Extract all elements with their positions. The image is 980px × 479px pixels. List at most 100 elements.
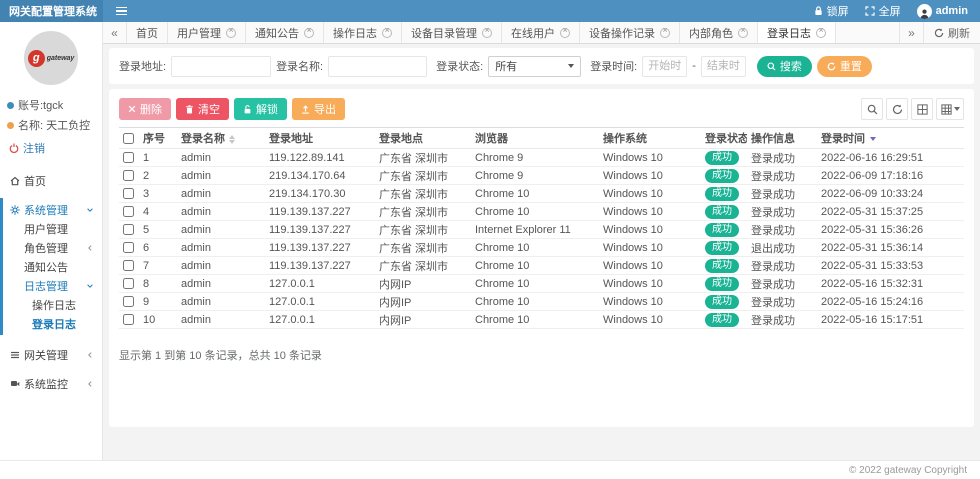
row-checkbox[interactable]	[123, 224, 134, 235]
cell-browser: Chrome 9	[471, 167, 599, 185]
row-checkbox[interactable]	[123, 152, 134, 163]
cell-message: 登录成功	[747, 185, 817, 203]
unlock-button[interactable]: 解锁	[234, 98, 287, 120]
cell-address: 127.0.0.1	[265, 275, 375, 293]
search-button[interactable]: 搜索	[757, 56, 812, 77]
login-status-select[interactable]: 所有	[488, 56, 581, 77]
tab-内部角色[interactable]: 内部角色	[680, 22, 758, 43]
login-name-input[interactable]	[328, 56, 427, 77]
table-search-icon[interactable]	[861, 98, 883, 120]
tab-登录日志[interactable]: 登录日志	[758, 22, 836, 43]
sidebar-toggle-icon[interactable]	[116, 7, 127, 16]
row-checkbox[interactable]	[123, 188, 134, 199]
close-tab-icon[interactable]	[382, 28, 392, 38]
row-checkbox[interactable]	[123, 206, 134, 217]
tab-用户管理[interactable]: 用户管理	[168, 22, 246, 43]
end-time-input[interactable]	[701, 56, 746, 77]
cell-time: 2022-05-16 15:24:16	[817, 293, 964, 311]
table-header-row: 序号登录名称登录地址登录地点浏览器操作系统登录状态操作信息登录时间	[119, 128, 964, 149]
row-checkbox[interactable]	[123, 278, 134, 289]
cell-status: 成功	[701, 239, 747, 257]
column-header-序号[interactable]: 序号	[139, 128, 177, 149]
login-address-input[interactable]	[171, 56, 271, 77]
sidebar-item-notice[interactable]: 通知公告	[3, 257, 102, 276]
sidebar-item-home[interactable]: 首页	[0, 171, 102, 190]
column-label: 登录状态	[705, 133, 747, 145]
column-header-登录时间[interactable]: 登录时间	[817, 128, 964, 149]
clear-button[interactable]: 清空	[176, 98, 229, 120]
reset-button[interactable]: 重置	[817, 56, 872, 77]
column-header-操作信息[interactable]: 操作信息	[747, 128, 817, 149]
monitor-icon	[10, 379, 20, 389]
table-row: 6admin119.139.137.227广东省 深圳市Chrome 10Win…	[119, 239, 964, 257]
chevron-down-icon	[568, 64, 574, 68]
row-checkbox[interactable]	[123, 242, 134, 253]
cell-address: 119.139.137.227	[265, 221, 375, 239]
logout-button[interactable]: 注销	[0, 137, 102, 159]
export-button[interactable]: 导出	[292, 98, 345, 120]
close-tab-icon[interactable]	[816, 28, 826, 38]
login-name-label: 登录名称:	[276, 58, 323, 74]
column-label: 序号	[143, 133, 165, 145]
cell-os: Windows 10	[599, 221, 701, 239]
column-header-登录名称[interactable]: 登录名称	[177, 128, 265, 149]
sidebar-item-gateway-mgmt[interactable]: 网关管理	[0, 345, 102, 364]
cell-index: 6	[139, 239, 177, 257]
tab-在线用户[interactable]: 在线用户	[502, 22, 580, 43]
cell-time: 2022-05-16 15:17:51	[817, 311, 964, 329]
table-refresh-icon[interactable]	[886, 98, 908, 120]
sidebar-item-system-mgmt[interactable]: 系统管理	[3, 200, 102, 219]
close-tab-icon[interactable]	[482, 28, 492, 38]
tab-首页[interactable]: 首页	[127, 22, 168, 43]
sidebar-item-sys-monitor[interactable]: 系统监控	[0, 374, 102, 393]
tab-设备操作记录[interactable]: 设备操作记录	[580, 22, 680, 43]
select-all-checkbox[interactable]	[123, 133, 134, 144]
cell-name: admin	[177, 149, 265, 167]
tabs-scroll-left-icon[interactable]: «	[103, 22, 127, 43]
avatar	[917, 4, 932, 19]
page-footer: © 2022 gateway Copyright	[0, 460, 980, 479]
table-row: 1admin119.122.89.141广东省 深圳市Chrome 9Windo…	[119, 149, 964, 167]
sidebar-item-op-log[interactable]: 操作日志	[3, 295, 102, 314]
cell-index: 4	[139, 203, 177, 221]
close-tab-icon[interactable]	[560, 28, 570, 38]
column-header-浏览器[interactable]: 浏览器	[471, 128, 599, 149]
close-tab-icon[interactable]	[738, 28, 748, 38]
column-header-登录状态[interactable]: 登录状态	[701, 128, 747, 149]
column-header-操作系统[interactable]: 操作系统	[599, 128, 701, 149]
close-tab-icon[interactable]	[226, 28, 236, 38]
row-checkbox[interactable]	[123, 260, 134, 271]
main-area: « 首页用户管理通知公告操作日志设备目录管理在线用户设备操作记录内部角色登录日志…	[103, 22, 980, 460]
refresh-tab-button[interactable]: 刷新	[923, 22, 980, 43]
toggle-columns-icon[interactable]	[911, 98, 933, 120]
upload-icon	[301, 105, 310, 114]
sidebar-item-login-log[interactable]: 登录日志	[3, 314, 102, 333]
row-checkbox[interactable]	[123, 314, 134, 325]
status-badge: 成功	[705, 241, 739, 255]
cell-name: admin	[177, 185, 265, 203]
x-icon	[128, 105, 136, 113]
tab-操作日志[interactable]: 操作日志	[324, 22, 402, 43]
sidebar-item-role-mgmt[interactable]: 角色管理	[3, 238, 102, 257]
tab-设备目录管理[interactable]: 设备目录管理	[402, 22, 502, 43]
column-header-登录地址[interactable]: 登录地址	[265, 128, 375, 149]
lock-screen-button[interactable]: 锁屏	[814, 3, 849, 19]
fullscreen-button[interactable]: 全屏	[865, 3, 901, 19]
tabbar-spacer	[836, 22, 899, 43]
cell-status: 成功	[701, 257, 747, 275]
column-header-登录地点[interactable]: 登录地点	[375, 128, 471, 149]
start-time-input[interactable]	[642, 56, 687, 77]
tabs-scroll-right-icon[interactable]: »	[899, 22, 923, 43]
row-checkbox[interactable]	[123, 170, 134, 181]
row-checkbox[interactable]	[123, 296, 134, 307]
status-badge: 成功	[705, 205, 739, 219]
user-menu[interactable]: admin	[917, 4, 968, 19]
close-tab-icon[interactable]	[304, 28, 314, 38]
close-tab-icon[interactable]	[660, 28, 670, 38]
delete-button[interactable]: 删除	[119, 98, 171, 120]
sidebar-item-user-mgmt[interactable]: 用户管理	[3, 219, 102, 238]
grid-view-dropdown-icon[interactable]	[936, 98, 964, 120]
tab-通知公告[interactable]: 通知公告	[246, 22, 324, 43]
sidebar-item-log-mgmt[interactable]: 日志管理	[3, 276, 102, 295]
cell-os: Windows 10	[599, 167, 701, 185]
